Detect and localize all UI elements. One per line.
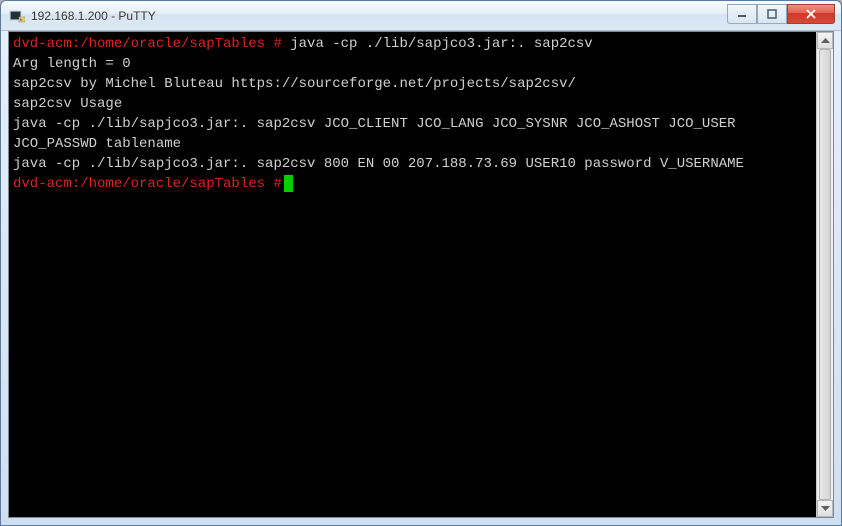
output-line: java -cp ./lib/sapjco3.jar:. sap2csv 800… [13,156,744,172]
maximize-button[interactable] [757,4,787,24]
terminal-cursor [284,175,293,192]
scroll-up-button[interactable] [817,32,833,49]
close-button[interactable] [787,4,835,24]
output-line: Arg length = 0 [13,56,131,72]
putty-icon [9,8,25,24]
terminal[interactable]: dvd-acm:/home/oracle/sapTables # java -c… [9,32,816,517]
scrollbar-thumb[interactable] [819,49,831,500]
minimize-button[interactable] [727,4,757,24]
output-line: sap2csv Usage [13,96,122,112]
scroll-down-button[interactable] [817,500,833,517]
vertical-scrollbar[interactable] [816,32,833,517]
window-controls [727,4,835,24]
output-line: sap2csv by Michel Bluteau https://source… [13,76,576,92]
app-window: 192.168.1.200 - PuTTY dvd-acm:/home/orac… [0,0,842,526]
shell-prompt: dvd-acm:/home/oracle/sapTables # [13,176,282,192]
shell-prompt: dvd-acm:/home/oracle/sapTables # [13,36,282,52]
client-area: dvd-acm:/home/oracle/sapTables # java -c… [8,31,834,518]
command-text: java -cp ./lib/sapjco3.jar:. sap2csv [282,36,593,52]
output-line: java -cp ./lib/sapjco3.jar:. sap2csv JCO… [13,116,744,152]
scrollbar-track[interactable] [817,49,833,500]
window-title: 192.168.1.200 - PuTTY [31,9,727,23]
titlebar[interactable]: 192.168.1.200 - PuTTY [1,1,841,31]
